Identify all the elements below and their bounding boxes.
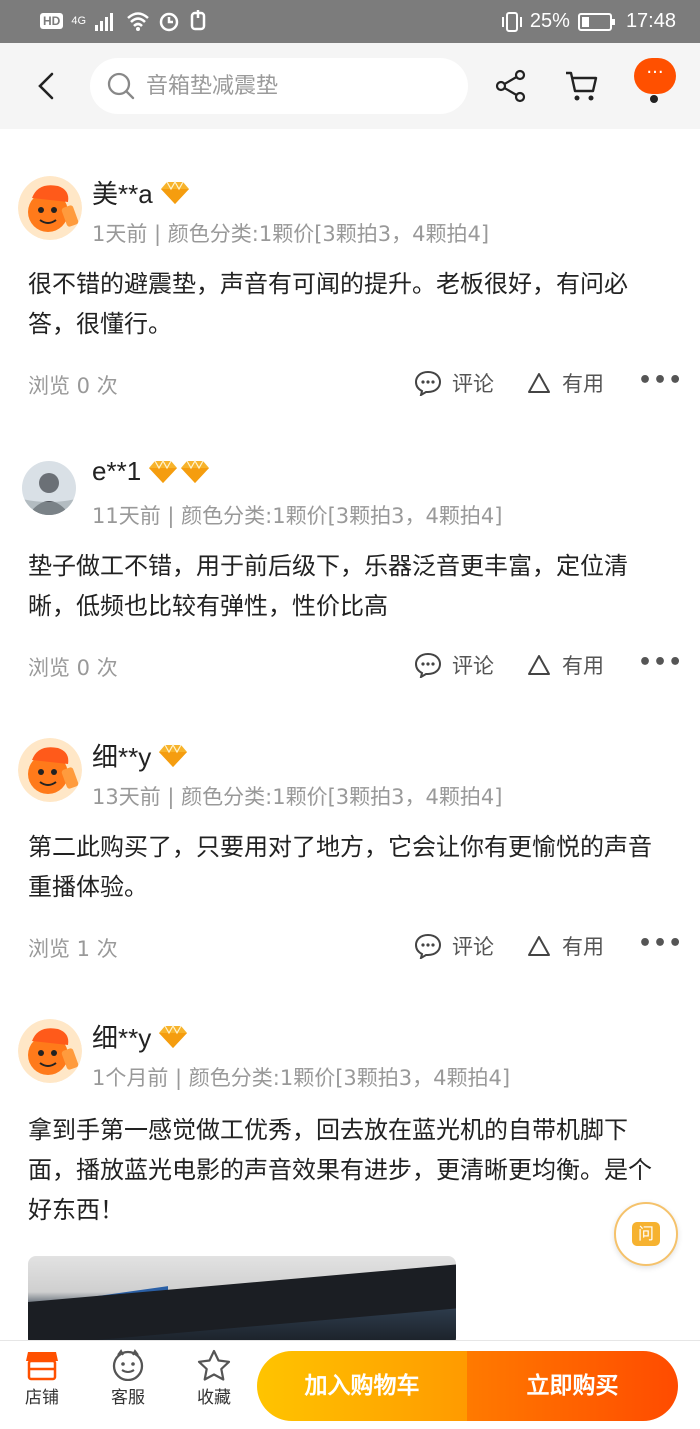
search-bar[interactable] [90, 58, 468, 114]
useful-button[interactable]: 有用 [526, 931, 604, 961]
network-indicator: 4G [71, 15, 87, 27]
status-right: 25% 17:48 [501, 10, 676, 33]
buy-now-button[interactable]: 立即购买 [467, 1351, 678, 1421]
comment-label: 评论 [452, 654, 494, 678]
purchase-buttons: 加入购物车 立即购买 [257, 1351, 678, 1421]
username-text: 细**y [92, 742, 152, 772]
review-content: 拿到手第一感觉做工优秀，回去放在蓝光机的自带机脚下面，播放蓝光电影的声音效果有进… [28, 1116, 652, 1224]
photo-detail [28, 1264, 456, 1346]
review-meta: 11天前 | 颜色分类:1颗价[3颗拍3，4颗拍4] [92, 504, 503, 528]
view-count: 浏览 0 次 [28, 656, 118, 680]
review-meta: 1天前 | 颜色分类:1颗价[3颗拍3，4颗拍4] [92, 222, 490, 246]
search-icon [107, 72, 135, 100]
useful-label: 有用 [562, 372, 604, 396]
review-meta: 1个月前 | 颜色分类:1颗价[3颗拍3，4颗拍4] [92, 1066, 511, 1090]
username-text: e**1 [92, 456, 142, 486]
comment-icon [414, 933, 442, 959]
comment-button[interactable]: 评论 [414, 931, 494, 961]
username-text: 细**y [92, 1023, 152, 1053]
mascot-avatar-icon [18, 1019, 82, 1083]
more-options-icon[interactable]: ••• [638, 650, 683, 675]
username: 细**y [92, 737, 189, 774]
person-avatar-icon [22, 461, 76, 515]
thumbs-up-icon [528, 373, 550, 393]
review-meta: 13天前 | 颜色分类:1颗价[3颗拍3，4颗拍4] [92, 785, 503, 809]
battery-icon [577, 12, 615, 31]
more-options-icon[interactable]: ••• [638, 931, 683, 956]
avatar[interactable] [18, 176, 82, 240]
mascot-avatar-icon [18, 176, 82, 240]
service-tab[interactable]: 客服 [98, 1349, 158, 1408]
notification-icon [190, 10, 206, 31]
more-menu-button[interactable]: ··· [634, 58, 676, 94]
thumbs-up-icon [528, 936, 550, 956]
hd-icon: HD [40, 13, 64, 29]
comment-button[interactable]: 评论 [414, 368, 494, 398]
useful-label: 有用 [562, 654, 604, 678]
review-photo[interactable] [28, 1256, 456, 1346]
comment-button[interactable]: 评论 [414, 650, 494, 680]
status-bar: HD 4G 25% 17:48 [0, 0, 700, 43]
alarm-icon [159, 12, 179, 32]
wifi-icon [127, 12, 149, 31]
username: e**1 [92, 456, 211, 487]
useful-button[interactable]: 有用 [526, 368, 604, 398]
review-content: 垫子做工不错，用于前后级下，乐器泛音更丰富，定位清晰，低频也比较有弹性，性价比高 [28, 552, 628, 620]
service-label: 客服 [111, 1388, 145, 1408]
diamond-icon [159, 1024, 188, 1048]
top-nav: ··· [0, 43, 700, 129]
avatar[interactable] [22, 461, 76, 515]
diamond-icon [149, 459, 178, 483]
avatar[interactable] [18, 1019, 82, 1083]
view-count: 浏览 0 次 [28, 374, 118, 398]
avatar[interactable] [18, 738, 82, 802]
more-options-icon[interactable]: ••• [638, 368, 683, 393]
star-icon [197, 1349, 231, 1381]
search-input[interactable] [144, 72, 448, 100]
unread-dot [650, 95, 658, 103]
customer-service-icon [112, 1349, 144, 1381]
view-count: 浏览 1 次 [28, 937, 118, 961]
favorite-tab[interactable]: 收藏 [184, 1349, 244, 1408]
status-left: HD 4G [40, 10, 208, 32]
store-tab[interactable]: 店铺 [12, 1349, 72, 1408]
signal-icon [95, 13, 114, 31]
favorite-label: 收藏 [197, 1388, 231, 1408]
comment-icon [414, 652, 442, 678]
diamond-icon [159, 743, 188, 767]
battery-percent: 25% [529, 10, 570, 32]
diamond-icon [160, 180, 189, 204]
username-text: 美**a [92, 179, 153, 209]
add-to-cart-button[interactable]: 加入购物车 [257, 1351, 467, 1421]
comment-icon [414, 370, 442, 396]
username: 美**a [92, 174, 191, 211]
username: 细**y [92, 1018, 189, 1055]
useful-button[interactable]: 有用 [526, 650, 604, 680]
useful-label: 有用 [562, 935, 604, 959]
store-label: 店铺 [25, 1388, 59, 1408]
mascot-avatar-icon [18, 738, 82, 802]
ask-question-button[interactable]: 问 [614, 1202, 678, 1266]
ask-icon: 问 [632, 1222, 660, 1246]
back-icon[interactable] [32, 71, 60, 101]
cart-icon[interactable] [564, 69, 600, 103]
review-content: 第二此购买了，只要用对了地方，它会让你有更愉悦的声音重播体验。 [28, 833, 652, 901]
comment-label: 评论 [452, 935, 494, 959]
comment-label: 评论 [452, 372, 494, 396]
thumbs-up-icon [528, 655, 550, 675]
diamond-icon [181, 459, 210, 483]
clock: 17:48 [625, 10, 676, 32]
share-icon[interactable] [494, 69, 528, 103]
review-content: 很不错的避震垫，声音有可闻的提升。老板很好，有问必答，很懂行。 [28, 270, 628, 338]
store-icon [26, 1352, 58, 1381]
bottom-action-bar: 店铺 客服 收藏 加入购物车 立即购买 [0, 1340, 700, 1429]
vibrate-icon [501, 11, 522, 32]
